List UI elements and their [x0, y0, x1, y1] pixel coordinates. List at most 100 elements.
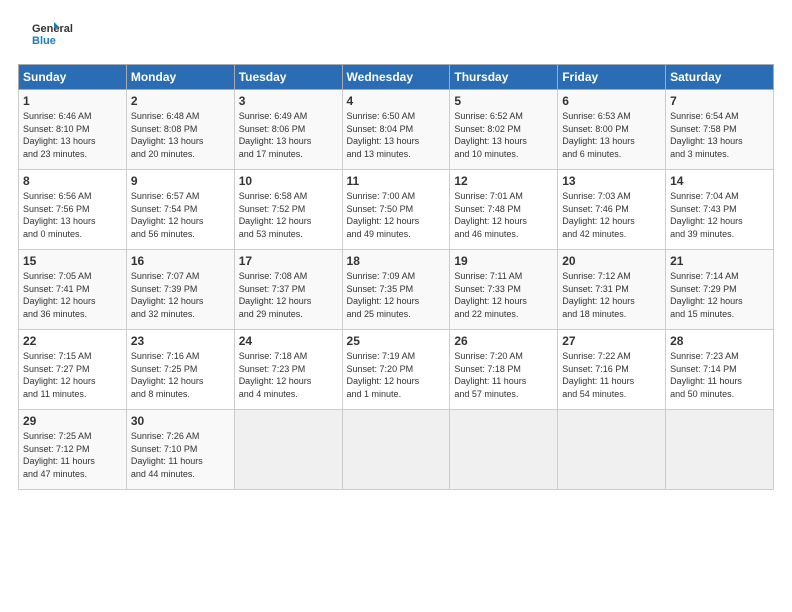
calendar-cell: 8Sunrise: 6:56 AMSunset: 7:56 PMDaylight… — [19, 170, 127, 250]
header: General Blue — [18, 18, 774, 50]
day-number: 6 — [562, 94, 661, 108]
calendar-cell: 3Sunrise: 6:49 AMSunset: 8:06 PMDaylight… — [234, 90, 342, 170]
header-day-wednesday: Wednesday — [342, 65, 450, 90]
day-number: 19 — [454, 254, 553, 268]
calendar-cell: 13Sunrise: 7:03 AMSunset: 7:46 PMDayligh… — [558, 170, 666, 250]
day-number: 5 — [454, 94, 553, 108]
calendar-cell: 23 Sunrise: 7:16 AMSunset: 7:25 PMDayligh… — [126, 330, 234, 410]
day-number: 12 — [454, 174, 553, 188]
day-number: 27 — [562, 334, 661, 348]
cell-info: Sunrise: 7:01 AMSunset: 7:48 PMDaylight:… — [454, 191, 527, 239]
cell-info: Sunrise: 7:12 AMSunset: 7:31 PMDaylight:… — [562, 271, 635, 319]
day-number: 26 — [454, 334, 553, 348]
cell-info: Sunrise: 7:09 AMSunset: 7:35 PMDaylight:… — [347, 271, 420, 319]
logo: General Blue — [18, 18, 78, 50]
cell-info: Sunrise: 6:52 AMSunset: 8:02 PMDaylight:… — [454, 111, 527, 159]
calendar-cell: 10 Sunrise: 6:58 AMSunset: 7:52 PMDayligh… — [234, 170, 342, 250]
calendar-week-5: 29 Sunrise: 7:25 AMSunset: 7:12 PMDayligh… — [19, 410, 774, 490]
calendar-cell: 1Sunrise: 6:46 AMSunset: 8:10 PMDaylight… — [19, 90, 127, 170]
day-number: 30 — [131, 414, 230, 428]
day-number: 24 — [239, 334, 338, 348]
calendar-cell: 2Sunrise: 6:48 AMSunset: 8:08 PMDaylight… — [126, 90, 234, 170]
cell-info: Sunrise: 6:54 AMSunset: 7:58 PMDaylight:… — [670, 111, 743, 159]
day-number: 21 — [670, 254, 769, 268]
day-number: 15 — [23, 254, 122, 268]
header-day-sunday: Sunday — [19, 65, 127, 90]
cell-info: Sunrise: 6:49 AMSunset: 8:06 PMDaylight:… — [239, 111, 312, 159]
calendar-cell — [342, 410, 450, 490]
calendar-cell: 11 Sunrise: 7:00 AMSunset: 7:50 PMDayligh… — [342, 170, 450, 250]
calendar-cell: 26 Sunrise: 7:20 AMSunset: 7:18 PMDayligh… — [450, 330, 558, 410]
day-number: 20 — [562, 254, 661, 268]
calendar-header: SundayMondayTuesdayWednesdayThursdayFrid… — [19, 65, 774, 90]
day-number: 4 — [347, 94, 446, 108]
day-number: 14 — [670, 174, 769, 188]
calendar-cell: 20 Sunrise: 7:12 AMSunset: 7:31 PMDayligh… — [558, 250, 666, 330]
header-row: SundayMondayTuesdayWednesdayThursdayFrid… — [19, 65, 774, 90]
calendar-cell: 5 Sunrise: 6:52 AMSunset: 8:02 PMDaylight… — [450, 90, 558, 170]
day-number: 10 — [239, 174, 338, 188]
calendar-week-2: 8Sunrise: 6:56 AMSunset: 7:56 PMDaylight… — [19, 170, 774, 250]
day-number: 11 — [347, 174, 446, 188]
header-day-monday: Monday — [126, 65, 234, 90]
calendar-cell: 12 Sunrise: 7:01 AMSunset: 7:48 PMDayligh… — [450, 170, 558, 250]
cell-info: Sunrise: 7:16 AMSunset: 7:25 PMDaylight:… — [131, 351, 204, 399]
calendar-cell: 14 Sunrise: 7:04 AMSunset: 7:43 PMDayligh… — [666, 170, 774, 250]
calendar-cell: 9Sunrise: 6:57 AMSunset: 7:54 PMDaylight… — [126, 170, 234, 250]
calendar-cell: 24Sunrise: 7:18 AMSunset: 7:23 PMDayligh… — [234, 330, 342, 410]
cell-info: Sunrise: 7:07 AMSunset: 7:39 PMDaylight:… — [131, 271, 204, 319]
logo-icon: General Blue — [18, 18, 78, 50]
cell-info: Sunrise: 6:46 AMSunset: 8:10 PMDaylight:… — [23, 111, 96, 159]
day-number: 18 — [347, 254, 446, 268]
calendar-week-3: 15 Sunrise: 7:05 AMSunset: 7:41 PMDayligh… — [19, 250, 774, 330]
calendar-table: SundayMondayTuesdayWednesdayThursdayFrid… — [18, 64, 774, 490]
calendar-cell: 7 Sunrise: 6:54 AMSunset: 7:58 PMDaylight… — [666, 90, 774, 170]
cell-info: Sunrise: 7:04 AMSunset: 7:43 PMDaylight:… — [670, 191, 743, 239]
day-number: 29 — [23, 414, 122, 428]
day-number: 23 — [131, 334, 230, 348]
cell-info: Sunrise: 7:03 AMSunset: 7:46 PMDaylight:… — [562, 191, 635, 239]
cell-info: Sunrise: 7:08 AMSunset: 7:37 PMDaylight:… — [239, 271, 312, 319]
day-number: 2 — [131, 94, 230, 108]
calendar-cell: 6 Sunrise: 6:53 AMSunset: 8:00 PMDaylight… — [558, 90, 666, 170]
calendar-cell: 28 Sunrise: 7:23 AMSunset: 7:14 PMDayligh… — [666, 330, 774, 410]
cell-info: Sunrise: 7:25 AMSunset: 7:12 PMDaylight:… — [23, 431, 95, 479]
svg-text:General: General — [32, 23, 73, 35]
cell-info: Sunrise: 7:20 AMSunset: 7:18 PMDaylight:… — [454, 351, 526, 399]
calendar-cell: 27 Sunrise: 7:22 AMSunset: 7:16 PMDayligh… — [558, 330, 666, 410]
cell-info: Sunrise: 6:53 AMSunset: 8:00 PMDaylight:… — [562, 111, 635, 159]
day-number: 7 — [670, 94, 769, 108]
cell-info: Sunrise: 6:50 AMSunset: 8:04 PMDaylight:… — [347, 111, 420, 159]
calendar-cell: 21Sunrise: 7:14 AMSunset: 7:29 PMDayligh… — [666, 250, 774, 330]
day-number: 17 — [239, 254, 338, 268]
cell-info: Sunrise: 7:15 AMSunset: 7:27 PMDaylight:… — [23, 351, 96, 399]
day-number: 22 — [23, 334, 122, 348]
calendar-cell: 29 Sunrise: 7:25 AMSunset: 7:12 PMDayligh… — [19, 410, 127, 490]
calendar-cell: 16Sunrise: 7:07 AMSunset: 7:39 PMDayligh… — [126, 250, 234, 330]
calendar-cell: 22 Sunrise: 7:15 AMSunset: 7:27 PMDayligh… — [19, 330, 127, 410]
calendar-cell: 4 Sunrise: 6:50 AMSunset: 8:04 PMDaylight… — [342, 90, 450, 170]
calendar-cell: 18 Sunrise: 7:09 AMSunset: 7:35 PMDayligh… — [342, 250, 450, 330]
cell-info: Sunrise: 7:11 AMSunset: 7:33 PMDaylight:… — [454, 271, 527, 319]
calendar-week-4: 22 Sunrise: 7:15 AMSunset: 7:27 PMDayligh… — [19, 330, 774, 410]
calendar-cell: 15 Sunrise: 7:05 AMSunset: 7:41 PMDayligh… — [19, 250, 127, 330]
calendar-cell — [450, 410, 558, 490]
day-number: 25 — [347, 334, 446, 348]
calendar-cell — [666, 410, 774, 490]
cell-info: Sunrise: 7:05 AMSunset: 7:41 PMDaylight:… — [23, 271, 96, 319]
calendar-cell: 17 Sunrise: 7:08 AMSunset: 7:37 PMDayligh… — [234, 250, 342, 330]
cell-info: Sunrise: 7:23 AMSunset: 7:14 PMDaylight:… — [670, 351, 742, 399]
cell-info: Sunrise: 7:19 AMSunset: 7:20 PMDaylight:… — [347, 351, 420, 399]
header-day-tuesday: Tuesday — [234, 65, 342, 90]
day-number: 8 — [23, 174, 122, 188]
day-number: 28 — [670, 334, 769, 348]
page-container: General Blue SundayMondayTuesdayWednesda… — [0, 0, 792, 500]
cell-info: Sunrise: 7:00 AMSunset: 7:50 PMDaylight:… — [347, 191, 420, 239]
calendar-cell — [558, 410, 666, 490]
calendar-cell: 25 Sunrise: 7:19 AMSunset: 7:20 PMDayligh… — [342, 330, 450, 410]
cell-info: Sunrise: 7:22 AMSunset: 7:16 PMDaylight:… — [562, 351, 634, 399]
header-day-saturday: Saturday — [666, 65, 774, 90]
cell-info: Sunrise: 6:58 AMSunset: 7:52 PMDaylight:… — [239, 191, 312, 239]
cell-info: Sunrise: 7:26 AMSunset: 7:10 PMDaylight:… — [131, 431, 203, 479]
calendar-cell — [234, 410, 342, 490]
